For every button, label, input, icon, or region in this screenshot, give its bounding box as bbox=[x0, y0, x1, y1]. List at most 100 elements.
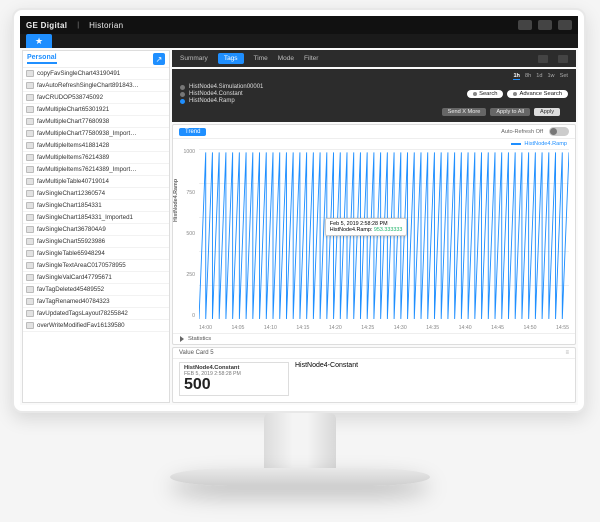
tag-name: HistNode4.Ramp bbox=[189, 98, 235, 104]
brand-separator: | bbox=[77, 22, 79, 29]
x-tick: 14:10 bbox=[264, 325, 277, 331]
favorite-item[interactable]: favMultipleChart77580938_Import… bbox=[23, 128, 169, 140]
send-more-button[interactable]: Send X More bbox=[442, 108, 487, 116]
x-tick: 14:05 bbox=[231, 325, 244, 331]
brand-product: Historian bbox=[89, 21, 123, 30]
document-icon bbox=[26, 70, 34, 77]
favorite-item[interactable]: favUpdatedTagsLayout78255842 bbox=[23, 308, 169, 320]
favorite-item[interactable]: favSingleChart367804A9 bbox=[23, 224, 169, 236]
favorites-star-tab[interactable]: ★ bbox=[26, 34, 52, 48]
favorite-item-label: favSingleValCard47795671 bbox=[37, 274, 112, 281]
favorite-item[interactable]: favMultipleItems41881428 bbox=[23, 140, 169, 152]
titlebar: GE Digital | Historian bbox=[20, 16, 578, 34]
favorite-item[interactable]: overWriteModifiedFav16139580 bbox=[23, 320, 169, 332]
favorite-item[interactable]: favSingleTable65948294 bbox=[23, 248, 169, 260]
x-tick: 14:30 bbox=[394, 325, 407, 331]
favorites-list[interactable]: copyFavSingleChart43190491favAutoRefresh… bbox=[23, 68, 169, 402]
favorite-item[interactable]: favSingleTextAreaC0170578955 bbox=[23, 260, 169, 272]
tag-row[interactable]: HistNode4.Simulation00001 bbox=[180, 84, 263, 90]
tooltip-value: 953.333333 bbox=[374, 227, 402, 233]
favorite-item[interactable]: favTagDeleted45489552 bbox=[23, 284, 169, 296]
tag-row[interactable]: HistNode4.Ramp bbox=[180, 98, 263, 104]
document-icon bbox=[26, 214, 34, 221]
monitor-frame: GE Digital | Historian ★ Personal ↗ copy… bbox=[12, 8, 586, 413]
favorite-item[interactable]: favSingleChart1854331 bbox=[23, 200, 169, 212]
advanced-search-button[interactable]: Advance Search bbox=[507, 90, 568, 98]
favorite-item[interactable]: favMultipleChart65301921 bbox=[23, 104, 169, 116]
chevron-right-icon bbox=[180, 336, 184, 342]
settings-icon[interactable] bbox=[538, 20, 552, 30]
search-button[interactable]: Search bbox=[467, 90, 503, 98]
selected-tags-list: HistNode4.Simulation00001HistNode4.Const… bbox=[180, 83, 263, 105]
document-icon bbox=[26, 286, 34, 293]
apply-all-button[interactable]: Apply to All bbox=[490, 108, 530, 116]
monitor-stand-base bbox=[170, 468, 430, 486]
menu-icon[interactable] bbox=[558, 20, 572, 30]
favorite-item[interactable]: favMultipleChart77680938 bbox=[23, 116, 169, 128]
time-range-8h[interactable]: 8h bbox=[525, 73, 531, 80]
favorite-item-label: overWriteModifiedFav16139580 bbox=[37, 322, 125, 329]
chart-legend: HistNode4.Ramp bbox=[173, 141, 567, 147]
chart-tab-trend[interactable]: Trend bbox=[179, 128, 206, 136]
document-icon bbox=[26, 94, 34, 101]
auto-refresh-toggle[interactable] bbox=[549, 127, 569, 136]
favorite-item-label: favMultipleChart77680938 bbox=[37, 118, 109, 125]
favorite-item-label: favSingleTable65948294 bbox=[37, 250, 105, 257]
tag-row[interactable]: HistNode4.Constant bbox=[180, 91, 263, 97]
query-tab-tags[interactable]: Tags bbox=[218, 53, 244, 64]
document-icon bbox=[26, 262, 34, 269]
value-card-tile[interactable]: HistNode4.Constant FEB 5, 2019 2:58:28 P… bbox=[179, 362, 289, 396]
favorite-item-label: favTagDeleted45489552 bbox=[37, 286, 104, 293]
favorite-item[interactable]: favSingleValCard47795671 bbox=[23, 272, 169, 284]
favorite-item-label: favCRUDOP538745092 bbox=[37, 94, 103, 101]
favorite-item[interactable]: favCRUDOP538745092 bbox=[23, 92, 169, 104]
query-tab-mode[interactable]: Mode bbox=[278, 55, 294, 62]
work-area: Summary Tags Time Mode Filter 1h 8h 1d 1w Set Hi… bbox=[172, 50, 576, 403]
favorites-sidebar: Personal ↗ copyFavSingleChart43190491fav… bbox=[22, 50, 170, 403]
time-range-Set[interactable]: Set bbox=[560, 73, 568, 80]
time-range-1d[interactable]: 1d bbox=[536, 73, 542, 80]
favorite-item[interactable]: favMultipleTable40719014 bbox=[23, 176, 169, 188]
card-icon[interactable] bbox=[558, 55, 568, 63]
time-range-1w[interactable]: 1w bbox=[547, 73, 554, 80]
favorite-item[interactable]: favTagRenamed40784323 bbox=[23, 296, 169, 308]
favorite-item-label: favMultipleItems76214389_Import… bbox=[37, 166, 136, 173]
x-tick: 14:35 bbox=[426, 325, 439, 331]
query-tab-filter[interactable]: Filter bbox=[304, 55, 318, 62]
query-tab-summary[interactable]: Summary bbox=[180, 55, 208, 62]
favorite-item-label: favMultipleChart65301921 bbox=[37, 106, 109, 113]
y-tick: 750 bbox=[186, 190, 195, 196]
favorite-item[interactable]: copyFavSingleChart43190491 bbox=[23, 68, 169, 80]
favorite-item[interactable]: favAutoRefreshSingleChart891843… bbox=[23, 80, 169, 92]
favorite-item[interactable]: favMultipleItems76214389 bbox=[23, 152, 169, 164]
favorite-item[interactable]: favSingleChart12360574 bbox=[23, 188, 169, 200]
value-card-menu-icon[interactable]: ≡ bbox=[565, 350, 569, 356]
chart-plot-area[interactable]: HistNode4.Ramp 10007505002500 Feb 5, 201… bbox=[199, 149, 569, 331]
sidebar-expand-button[interactable]: ↗ bbox=[153, 53, 165, 65]
sidebar-tab-personal[interactable]: Personal bbox=[27, 54, 57, 64]
tag-panel: 1h8h1d1wSet HistNode4.Simulation00001His… bbox=[172, 69, 576, 122]
user-icon[interactable] bbox=[518, 20, 532, 30]
document-icon bbox=[26, 310, 34, 317]
favorite-item-label: favMultipleItems76214389 bbox=[37, 154, 109, 161]
grid-icon[interactable] bbox=[538, 55, 548, 63]
favorite-item-label: favSingleTextAreaC0170578955 bbox=[37, 262, 126, 269]
favorite-item-label: favMultipleItems41881428 bbox=[37, 142, 109, 149]
time-range-1h[interactable]: 1h bbox=[513, 73, 520, 80]
document-icon bbox=[26, 82, 34, 89]
query-tab-time[interactable]: Time bbox=[254, 55, 268, 62]
document-icon bbox=[26, 274, 34, 281]
value-card-title: Value Card 5 bbox=[179, 350, 214, 356]
document-icon bbox=[26, 190, 34, 197]
favorite-item-label: favTagRenamed40784323 bbox=[37, 298, 110, 305]
favorite-item[interactable]: favSingleChart1854331_Imported1 bbox=[23, 212, 169, 224]
favorite-item[interactable]: favSingleChart55923986 bbox=[23, 236, 169, 248]
chart-statistics-toggle[interactable]: Statistics bbox=[173, 333, 575, 344]
document-icon bbox=[26, 322, 34, 329]
x-tick: 14:45 bbox=[491, 325, 504, 331]
favorite-item[interactable]: favMultipleItems76214389_Import… bbox=[23, 164, 169, 176]
y-tick: 250 bbox=[186, 272, 195, 278]
brand-company: GE Digital bbox=[26, 21, 67, 30]
x-tick: 14:20 bbox=[329, 325, 342, 331]
apply-button[interactable]: Apply bbox=[534, 108, 560, 116]
